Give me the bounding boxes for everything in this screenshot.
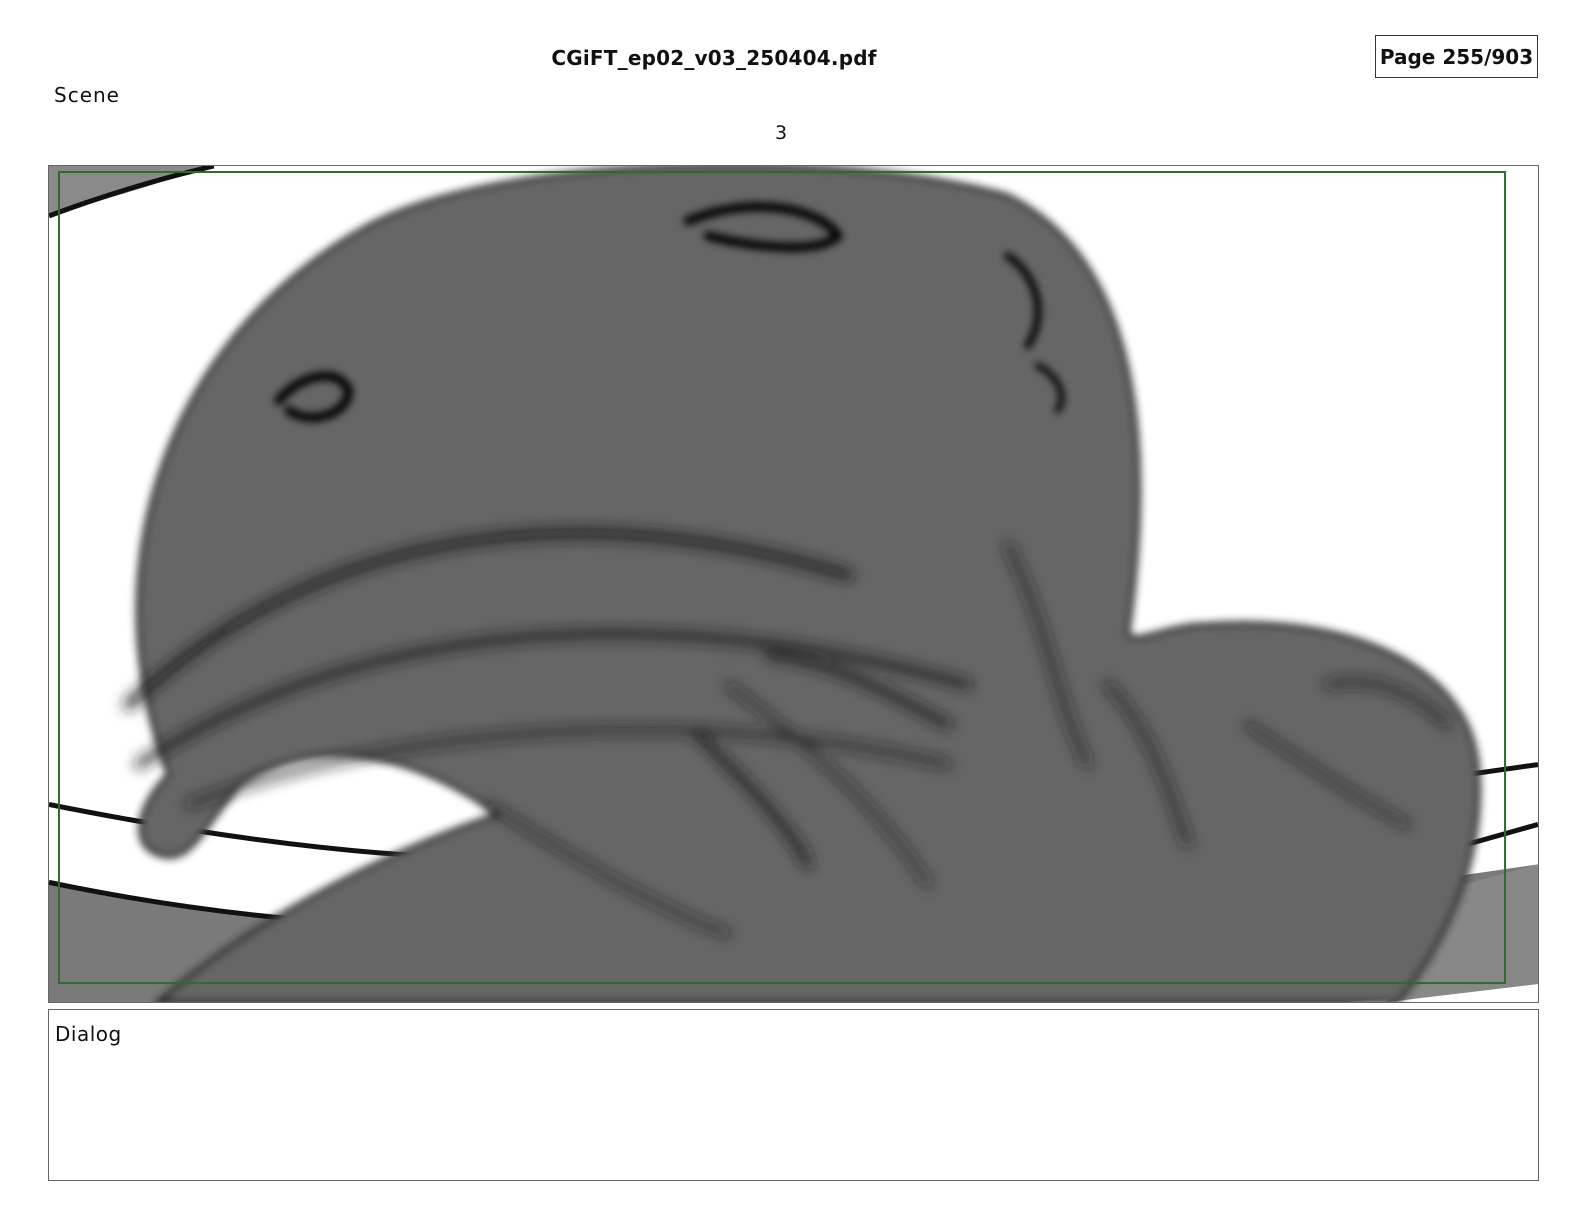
dialog-box: Dialog bbox=[48, 1009, 1539, 1181]
scene-label: Scene bbox=[54, 83, 120, 107]
dialog-label: Dialog bbox=[55, 1022, 122, 1046]
panel-drawing bbox=[49, 166, 1538, 1002]
storyboard-panel bbox=[48, 165, 1539, 1003]
page-indicator: Page 255/903 bbox=[1375, 35, 1538, 78]
scene-number: 3 bbox=[774, 122, 788, 144]
document-title: CGiFT_ep02_v03_250404.pdf bbox=[551, 46, 877, 70]
